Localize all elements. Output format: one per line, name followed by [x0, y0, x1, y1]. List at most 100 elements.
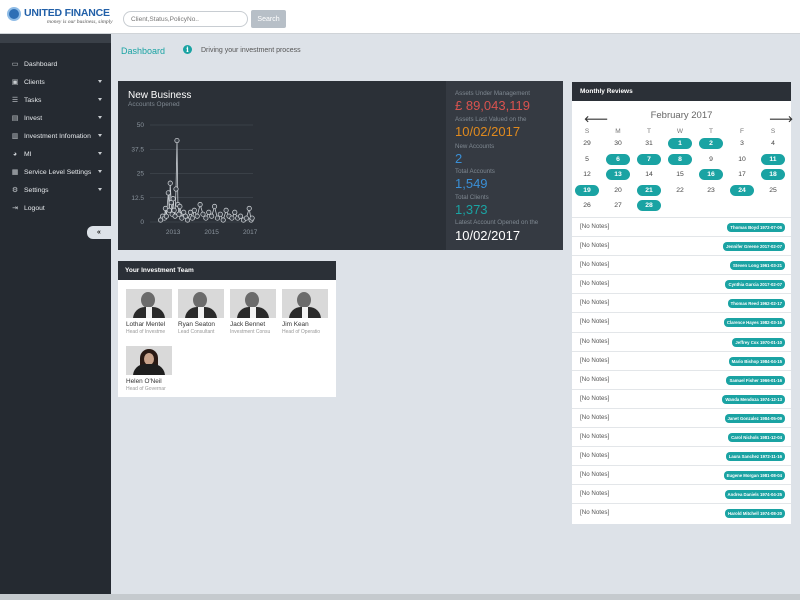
review-client-badge[interactable]: Samuel Fisher 1966-01-16 — [726, 375, 785, 385]
review-client-badge[interactable]: Carol Nichols 1981-12-04 — [728, 433, 785, 443]
search-input[interactable] — [123, 11, 248, 27]
calendar-prev-icon[interactable]: 🡐 — [584, 114, 608, 125]
collapse-sidebar-button[interactable]: « — [87, 226, 111, 239]
calendar-day[interactable]: 14 — [637, 169, 661, 180]
review-row[interactable]: [No Notes] Janet Gonzalez 1984-05-09 — [572, 407, 791, 427]
review-client-badge[interactable]: Janet Gonzalez 1984-05-09 — [724, 413, 785, 423]
calendar-day[interactable]: 16 — [699, 169, 723, 180]
calendar-day[interactable]: 30 — [606, 138, 630, 149]
calendar-day[interactable]: 23 — [699, 185, 723, 196]
sidebar-header — [0, 34, 111, 43]
calendar-day[interactable]: 27 — [606, 200, 630, 211]
search-button[interactable]: Search — [251, 10, 286, 28]
data-point — [232, 209, 238, 215]
sidebar-item-settings[interactable]: ⚙ Settings — [0, 181, 111, 199]
brand-logo[interactable]: UNITED FINANCE money is our business, si… — [7, 6, 117, 28]
review-row[interactable]: [No Notes] Cynthia Garcia 2017-02-07 — [572, 274, 791, 293]
info-icon[interactable]: i — [183, 45, 192, 54]
calendar-day[interactable]: 31 — [637, 138, 661, 149]
sidebar-item-logout[interactable]: ⇥ Logout — [0, 199, 111, 217]
team-member[interactable]: Jim Kean Head of Operatio — [282, 289, 332, 335]
calendar-day[interactable]: 10 — [730, 154, 754, 165]
review-row[interactable]: [No Notes] Thomas Reed 1962-02-17 — [572, 293, 791, 312]
review-row[interactable]: [No Notes] Laura Sanchez 1972-11-16 — [572, 446, 791, 465]
review-row[interactable]: [No Notes] Eugene Morgan 1981-08-04 — [572, 465, 791, 484]
review-client-badge[interactable]: Thomas Boyd 1972-07-06 — [727, 223, 785, 232]
weekday-label: T — [647, 128, 651, 135]
data-point — [163, 213, 169, 219]
calendar-day[interactable]: 28 — [637, 200, 661, 211]
calendar-day[interactable]: 24 — [730, 184, 754, 196]
calendar-day[interactable]: 20 — [606, 185, 630, 196]
team-member[interactable]: Jack Bennet Investment Consu — [230, 289, 280, 335]
calendar-day[interactable]: 17 — [730, 169, 754, 180]
review-client-badge[interactable]: Cynthia Garcia 2017-02-07 — [725, 280, 785, 290]
review-row[interactable]: [No Notes] Clarence Hayes 1982-03-16 — [572, 312, 791, 331]
review-client-badge[interactable]: Jeffrey Cox 1970-01-10 — [732, 337, 785, 347]
review-client-badge[interactable]: Andrea Daniels 1974-04-25 — [724, 490, 785, 500]
calendar-day[interactable]: 15 — [668, 169, 692, 180]
review-client-badge[interactable]: Thomas Reed 1962-02-17 — [727, 299, 785, 309]
new-business-chart-area: New Business Accounts Opened 50 37.5 25 12.… — [118, 81, 446, 250]
calendar-next-icon[interactable]: 🡒 — [769, 114, 793, 125]
data-point — [220, 217, 226, 223]
review-client-badge[interactable]: Wanda Mendoza 1974-12-13 — [722, 394, 785, 404]
avatar-head — [245, 292, 259, 308]
calendar-day[interactable]: 5 — [575, 154, 599, 165]
review-client-badge[interactable]: Jennifer Greene 2017-02-07 — [723, 242, 785, 252]
sidebar-item-mi[interactable]: ◕ MI — [0, 145, 111, 163]
calendar-day[interactable]: 18 — [761, 169, 785, 180]
calendar-day[interactable]: 25 — [761, 185, 785, 196]
team-member[interactable]: Helen O'Neil Head of Governar — [126, 346, 176, 392]
calendar-day[interactable]: 11 — [761, 153, 785, 165]
calendar-day[interactable]: 7 — [637, 153, 661, 165]
calendar-day[interactable]: 3 — [730, 138, 754, 149]
review-client-badge[interactable]: Harold Mitchell 1974-08-20 — [725, 509, 785, 519]
sidebar-item-invest[interactable]: ▤ Invest — [0, 109, 111, 127]
calendar-day[interactable]: 29 — [575, 138, 599, 149]
review-row[interactable]: [No Notes] Carol Nichols 1981-12-04 — [572, 427, 791, 446]
data-point — [176, 211, 182, 217]
calendar-day[interactable]: 13 — [606, 169, 630, 180]
data-point — [173, 186, 179, 192]
review-row[interactable]: [No Notes] Mario Bishop 1984-04-15 — [572, 350, 791, 370]
x-tick-label: 2017 — [243, 229, 258, 236]
calendar-day[interactable]: 12 — [575, 169, 599, 180]
review-note: [No Notes] — [580, 261, 610, 269]
sidebar-item-dashboard[interactable]: ▭ Dashboard — [0, 55, 111, 73]
review-row[interactable]: [No Notes] Steven Long 1961-03-21 — [572, 255, 791, 274]
review-client-badge[interactable]: Laura Sanchez 1972-11-16 — [725, 452, 785, 462]
calendar-day[interactable]: 1 — [668, 138, 692, 149]
sidebar-item-label: Tasks — [24, 96, 42, 104]
calendar-day[interactable]: 8 — [668, 153, 692, 165]
review-row[interactable]: [No Notes] Jeffrey Cox 1970-01-10 — [572, 331, 791, 351]
review-client-badge[interactable]: Mario Bishop 1984-04-15 — [728, 356, 785, 366]
calendar-day[interactable]: 6 — [606, 153, 630, 165]
avatar-shirt — [198, 307, 204, 318]
sidebar-item-clients[interactable]: ▣ Clients — [0, 73, 111, 91]
calendar-day[interactable]: 26 — [575, 200, 599, 211]
sidebar-item-tasks[interactable]: ☰ Tasks — [0, 91, 111, 109]
calendar-day[interactable]: 4 — [761, 138, 785, 149]
review-client-badge[interactable]: Eugene Morgan 1981-08-04 — [723, 471, 785, 481]
data-point — [185, 217, 191, 223]
review-note: [No Notes] — [580, 375, 610, 383]
review-row[interactable]: [No Notes] Wanda Mendoza 1974-12-13 — [572, 388, 791, 408]
team-member[interactable]: Ryan Seaton Lead Consultant — [178, 289, 228, 335]
sidebar-item-investment-infomation[interactable]: ▥ Investment Infomation — [0, 127, 111, 145]
review-row[interactable]: [No Notes] Jennifer Greene 2017-02-07 — [572, 236, 791, 255]
review-client-badge[interactable]: Clarence Hayes 1982-03-16 — [723, 318, 785, 328]
review-row[interactable]: [No Notes] Thomas Boyd 1972-07-06 — [572, 217, 791, 236]
team-member[interactable]: Lothar Mentel Head of Investme — [126, 289, 176, 335]
sidebar-item-service-level-settings[interactable]: ▦ Service Level Settings — [0, 163, 111, 181]
review-client-badge[interactable]: Steven Long 1961-03-21 — [730, 261, 785, 271]
page-title[interactable]: Dashboard — [121, 46, 165, 56]
review-row[interactable]: [No Notes] Samuel Fisher 1966-01-16 — [572, 369, 791, 389]
calendar-day[interactable]: 19 — [575, 184, 599, 196]
calendar-day[interactable]: 2 — [699, 138, 723, 149]
calendar-day[interactable]: 21 — [637, 184, 661, 196]
calendar-day[interactable]: 9 — [699, 154, 723, 165]
calendar-day[interactable]: 22 — [668, 185, 692, 196]
review-row[interactable]: [No Notes] Harold Mitchell 1974-08-20 — [572, 503, 791, 522]
review-row[interactable]: [No Notes] Andrea Daniels 1974-04-25 — [572, 484, 791, 503]
